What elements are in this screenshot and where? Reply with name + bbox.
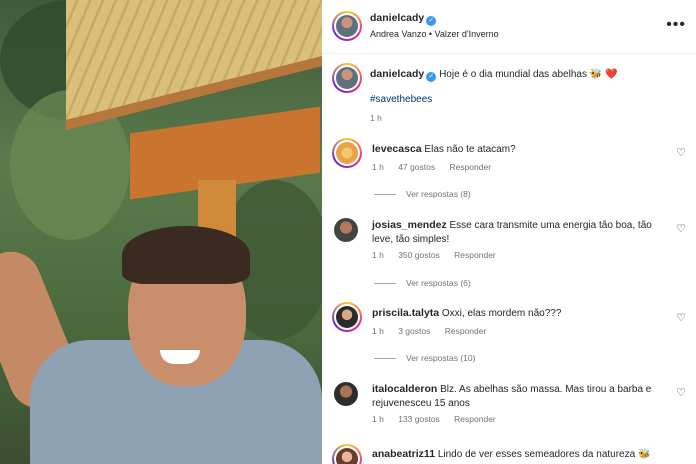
caption-username[interactable]: danielcady [370,68,424,80]
comment-text: Oxxi, elas mordem não??? [441,308,562,319]
comment-time: 1 h [372,414,384,424]
comment-text: Lindo de ver esses semeadores da naturez… [437,449,651,460]
comment-likes[interactable]: 350 gostos [398,250,440,260]
view-replies-button[interactable]: Ver respostas (6) [374,278,471,288]
caption-avatar[interactable] [332,63,362,93]
comment-text-row: anabeatriz11 Lindo de ver esses semeador… [372,447,672,462]
author-avatar[interactable] [332,11,362,41]
comment-text-continued: rejuvenesceu 15 anos [372,398,470,409]
comment-meta: 1 h 133 gostos Responder [372,414,508,424]
reply-button[interactable]: Responder [454,250,496,260]
comment-likes[interactable]: 133 gostos [398,414,440,424]
comment-text-row: levecasca Elas não te atacam? [372,142,672,157]
comment-item: italocalderon Blz. As abelhas são massa.… [322,380,696,430]
more-horizontal-icon[interactable]: ••• [666,16,686,34]
comment-likes[interactable]: 3 gostos [398,326,430,336]
comment-time: 1 h [372,162,384,172]
comment-username[interactable]: levecasca [372,143,422,155]
comment-username[interactable]: italocalderon [372,383,437,395]
comment-meta: 1 h 3 gostos Responder [372,326,498,336]
like-heart-icon[interactable]: ♡ [676,386,686,399]
comment-username[interactable]: josias_mendez [372,219,447,231]
wooden-roof [66,0,322,131]
comments-panel: danielcady ✓ Andrea Vanzo • Valzer d'Inve… [322,0,696,464]
comment-item: josias_mendez Esse cara transmite uma en… [322,216,696,296]
author-username[interactable]: danielcady [370,12,424,24]
comment-meta: 1 h 350 gostos Responder [372,250,508,260]
reply-button[interactable]: Responder [454,414,496,424]
comment-item: levecasca Elas não te atacam? 1 h 47 gos… [322,138,696,208]
commenter-avatar[interactable] [334,218,358,242]
like-heart-icon[interactable]: ♡ [676,222,686,235]
post-header: danielcady ✓ Andrea Vanzo • Valzer d'Inve… [322,0,696,54]
comment-text: Esse cara transmite uma energia tão boa,… [449,220,652,231]
verified-badge-icon: ✓ [426,16,437,26]
comment-text-row: josias_mendez Esse cara transmite uma en… [372,218,672,247]
comment-time: 1 h [372,326,384,336]
view-replies-button[interactable]: Ver respostas (10) [374,353,475,363]
comment-username[interactable]: anabeatriz11 [372,448,435,460]
comment-item: anabeatriz11 Lindo de ver esses semeador… [322,444,696,464]
like-heart-icon[interactable]: ♡ [676,146,686,159]
comment-username[interactable]: priscila.talyta [372,307,439,319]
reply-button[interactable]: Responder [449,162,491,172]
caption-text: Hoje é o dia mundial das abelhas 🐝 ❤️ [439,69,618,80]
view-replies-button[interactable]: Ver respostas (8) [374,189,471,199]
comment-text-row: italocalderon Blz. As abelhas são massa.… [372,382,672,411]
verified-badge-icon: ✓ [426,72,437,82]
comment-meta: 1 h 47 gostos Responder [372,162,503,172]
commenter-avatar[interactable] [334,382,358,406]
commenter-avatar[interactable] [332,302,362,332]
comment-time: 1 h [372,250,384,260]
caption-time: 1 h [370,113,382,123]
comment-text: Elas não te atacam? [424,144,516,155]
comment-text-continued: leve, tão simples! [372,234,450,245]
commenter-avatar[interactable] [332,138,362,168]
author-info: danielcady ✓ Andrea Vanzo • Valzer d'Inve… [370,12,499,39]
caption-hashtag[interactable]: #savethebees [370,94,432,105]
audio-subtitle[interactable]: Andrea Vanzo • Valzer d'Inverno [370,29,499,39]
reply-button[interactable]: Responder [445,326,487,336]
comment-likes[interactable]: 47 gostos [398,162,435,172]
commenter-avatar[interactable] [332,444,362,464]
hair [122,226,250,284]
caption-text-row: danielcady ✓ Hoje é o dia mundial das abe… [370,67,686,82]
comment-item: priscila.talyta Oxxi, elas mordem não???… [322,302,696,372]
comment-text: Blz. As abelhas são massa. Mas tirou a b… [440,384,652,395]
comment-text-row: priscila.talyta Oxxi, elas mordem não??? [372,306,672,321]
like-heart-icon[interactable]: ♡ [676,311,686,324]
post-media[interactable] [0,0,322,464]
